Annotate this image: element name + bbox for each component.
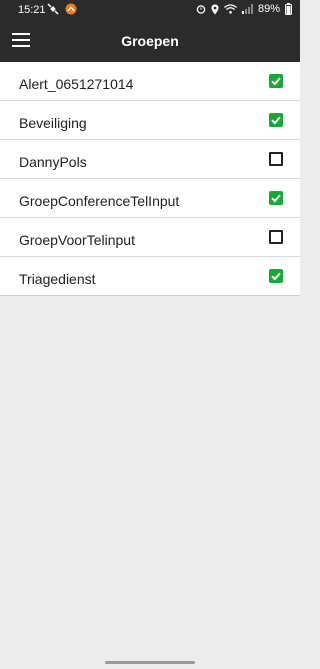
battery-icon	[285, 3, 292, 15]
checkbox-checked-icon[interactable]	[269, 269, 283, 283]
wifi-icon	[224, 4, 237, 14]
group-row-dannypols[interactable]: DannyPols	[0, 140, 300, 179]
app-bar: Groepen	[0, 20, 300, 62]
satellite-icon	[47, 3, 59, 15]
group-row-triagedienst[interactable]: Triagedienst	[0, 257, 300, 296]
group-label: Alert_0651271014	[19, 76, 134, 92]
checkbox-checked-icon[interactable]	[269, 191, 283, 205]
app-notification-icon	[65, 3, 77, 15]
group-label: Beveiliging	[19, 115, 87, 131]
battery-percentage: 89%	[257, 3, 280, 15]
group-label: Triagedienst	[19, 271, 96, 287]
group-label: GroepVoorTelinput	[19, 232, 135, 248]
group-label: GroepConferenceTelInput	[19, 193, 180, 209]
group-row-groepconferencetelinput[interactable]: GroepConferenceTelInput	[0, 179, 300, 218]
group-row-beveiliging[interactable]: Beveiliging	[0, 101, 300, 140]
page-title: Groepen	[121, 33, 179, 49]
signal-icon	[241, 4, 253, 14]
status-time: 15:21	[18, 4, 46, 16]
status-left-icons	[47, 3, 77, 15]
group-label: DannyPols	[19, 154, 87, 170]
group-list: Alert_0651271014 Beveiliging DannyPols G…	[0, 62, 300, 296]
group-row-alert[interactable]: Alert_0651271014	[0, 62, 300, 101]
group-row-groepvoortelinput[interactable]: GroepVoorTelinput	[0, 218, 300, 257]
checkbox-unchecked-icon[interactable]	[269, 230, 283, 244]
checkbox-checked-icon[interactable]	[269, 74, 283, 88]
home-indicator[interactable]	[105, 661, 195, 664]
location-icon	[211, 4, 219, 14]
status-bar: 15:21 89%	[0, 0, 300, 20]
status-right: 89%	[196, 3, 292, 15]
checkbox-unchecked-icon[interactable]	[269, 152, 283, 166]
alarm-icon	[196, 5, 206, 14]
checkbox-checked-icon[interactable]	[269, 113, 283, 127]
